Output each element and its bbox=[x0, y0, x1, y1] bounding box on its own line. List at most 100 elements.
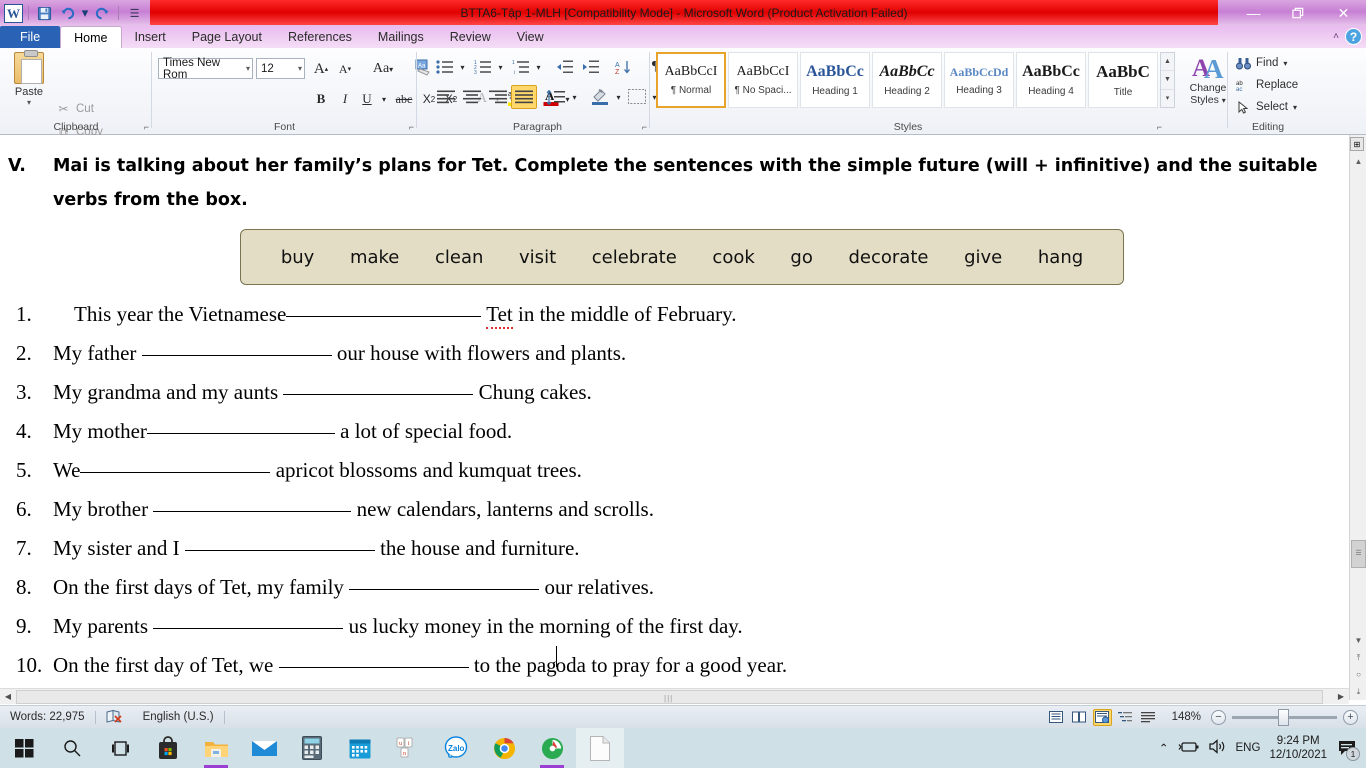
bullets-dropdown-icon[interactable]: ▾ bbox=[457, 56, 468, 78]
mail-icon[interactable] bbox=[240, 728, 288, 768]
style-title[interactable]: AaBbC Title bbox=[1088, 52, 1158, 108]
zoom-out-button[interactable]: − bbox=[1211, 709, 1226, 725]
multilevel-dropdown-icon[interactable]: ▾ bbox=[533, 56, 544, 78]
search-icon[interactable] bbox=[48, 728, 96, 768]
answer-blank[interactable] bbox=[349, 568, 540, 590]
exercise-item[interactable]: 1. This year the Vietnamese Tet in the m… bbox=[8, 295, 1337, 334]
style-normal[interactable]: AaBbCcI ¶ Normal bbox=[656, 52, 726, 108]
zoom-level-label[interactable]: 148% bbox=[1172, 711, 1201, 723]
answer-blank[interactable] bbox=[80, 451, 271, 473]
full-screen-reading-view-button[interactable] bbox=[1070, 709, 1089, 726]
sort-button[interactable]: AZ bbox=[611, 56, 635, 78]
language-status[interactable]: English (U.S.) bbox=[133, 706, 224, 729]
start-button[interactable] bbox=[0, 728, 48, 768]
scroll-down-button[interactable]: ▼ bbox=[1350, 632, 1366, 649]
volume-icon[interactable] bbox=[1208, 739, 1227, 757]
font-name-input[interactable]: Times New Rom ▾ bbox=[158, 57, 253, 81]
zoom-slider[interactable]: − + bbox=[1211, 708, 1358, 726]
exercise-item[interactable]: 4. My mother a lot of special food. bbox=[8, 412, 1337, 451]
previous-page-button[interactable]: ⤒ bbox=[1350, 649, 1366, 666]
paragraph-dialog-launcher[interactable]: ⌐ bbox=[642, 122, 647, 132]
underline-button[interactable]: U bbox=[356, 88, 378, 110]
word-document-icon[interactable] bbox=[576, 728, 624, 768]
file-explorer-icon[interactable] bbox=[192, 728, 240, 768]
redo-icon[interactable] bbox=[92, 3, 113, 24]
notification-center-icon[interactable]: 1 bbox=[1336, 737, 1360, 761]
strikethrough-button[interactable]: abc bbox=[392, 88, 416, 110]
task-view-icon[interactable] bbox=[96, 728, 144, 768]
zalo-icon[interactable]: Zalo bbox=[432, 728, 480, 768]
microsoft-store-icon[interactable] bbox=[144, 728, 192, 768]
language-indicator[interactable]: ENG bbox=[1236, 742, 1261, 754]
tab-mailings[interactable]: Mailings bbox=[365, 26, 437, 48]
horizontal-scrollbar[interactable]: ◀ ||| ▶ bbox=[0, 688, 1349, 704]
minimize-button[interactable]: — bbox=[1231, 0, 1276, 26]
justify-button[interactable] bbox=[511, 85, 537, 109]
font-size-input[interactable]: 12 ▾ bbox=[256, 58, 305, 79]
select-button[interactable]: Select ▾ bbox=[1236, 100, 1297, 114]
grow-font-button[interactable]: A ▴ bbox=[310, 58, 332, 80]
shrink-font-button[interactable]: A ▾ bbox=[334, 58, 356, 80]
google-chrome-icon[interactable] bbox=[480, 728, 528, 768]
shading-dropdown-icon[interactable]: ▾ bbox=[613, 86, 624, 108]
tab-page-layout[interactable]: Page Layout bbox=[179, 26, 275, 48]
bold-button[interactable]: B bbox=[310, 88, 332, 110]
chevron-down-icon[interactable]: ▾ bbox=[27, 98, 31, 107]
multilevel-list-button[interactable]: 1i bbox=[509, 56, 533, 78]
exercise-item[interactable]: 8. On the first days of Tet, my family o… bbox=[8, 568, 1337, 607]
tab-file[interactable]: File bbox=[0, 26, 61, 48]
cut-button[interactable]: ✂ Cut bbox=[56, 102, 93, 116]
style-no-spacing[interactable]: AaBbCcI ¶ No Spaci... bbox=[728, 52, 798, 108]
answer-blank[interactable] bbox=[153, 490, 352, 512]
save-icon[interactable] bbox=[34, 3, 55, 24]
numbering-dropdown-icon[interactable]: ▾ bbox=[495, 56, 506, 78]
answer-blank[interactable] bbox=[278, 646, 469, 668]
increase-indent-button[interactable] bbox=[579, 56, 603, 78]
answer-blank[interactable] bbox=[146, 412, 335, 434]
unikey-icon[interactable]: uin bbox=[384, 728, 432, 768]
style-heading-4[interactable]: AaBbCc Heading 4 bbox=[1016, 52, 1086, 108]
styles-more-icon[interactable]: ▾ bbox=[1161, 90, 1174, 107]
scrollbar-thumb[interactable]: ☰ bbox=[1351, 540, 1366, 568]
web-layout-view-button[interactable] bbox=[1092, 708, 1112, 726]
zoom-in-button[interactable]: + bbox=[1343, 709, 1358, 725]
zoom-thumb[interactable] bbox=[1278, 708, 1289, 726]
exercise-item[interactable]: 3. My grandma and my aunts Chung cakes. bbox=[8, 373, 1337, 412]
collapse-ribbon-icon[interactable]: ˄ bbox=[1333, 31, 1339, 42]
exercise-item[interactable]: 2. My father our house with flowers and … bbox=[8, 334, 1337, 373]
numbering-button[interactable]: 123 bbox=[471, 56, 495, 78]
clock[interactable]: 9:24 PM 12/10/2021 bbox=[1269, 734, 1327, 762]
draft-view-button[interactable] bbox=[1139, 709, 1158, 726]
chevron-down-icon[interactable]: ▾ bbox=[294, 64, 302, 73]
exercise-item[interactable]: 5. We apricot blossoms and kumquat trees… bbox=[8, 451, 1337, 490]
scroll-left-button[interactable]: ◀ bbox=[0, 689, 16, 705]
proofing-status[interactable] bbox=[96, 706, 133, 729]
shading-button[interactable] bbox=[587, 85, 613, 107]
styles-scroll-up-icon[interactable]: ▲ bbox=[1161, 53, 1174, 72]
select-browse-object-icon[interactable]: ⊞ bbox=[1350, 137, 1364, 151]
tab-view[interactable]: View bbox=[504, 26, 557, 48]
tab-references[interactable]: References bbox=[275, 26, 365, 48]
print-layout-view-button[interactable] bbox=[1047, 709, 1066, 726]
scroll-right-button[interactable]: ▶ bbox=[1333, 689, 1349, 705]
borders-button[interactable] bbox=[625, 85, 649, 107]
chevron-down-icon[interactable]: ▾ bbox=[242, 64, 250, 73]
font-dialog-launcher[interactable]: ⌐ bbox=[409, 122, 414, 132]
clipboard-dialog-launcher[interactable]: ⌐ bbox=[144, 122, 149, 132]
exercise-item[interactable]: 6. My brother new calendars, lanterns an… bbox=[8, 490, 1337, 529]
vertical-scrollbar[interactable]: ⊞ ▲ ☰ ▼ ⤒ ○ ⤓ bbox=[1349, 135, 1366, 700]
word-count[interactable]: Words: 22,975 bbox=[0, 706, 95, 729]
help-icon[interactable]: ? bbox=[1345, 28, 1362, 45]
styles-scroll-down-icon[interactable]: ▼ bbox=[1161, 71, 1174, 90]
tab-home[interactable]: Home bbox=[60, 26, 122, 48]
zoom-track[interactable] bbox=[1232, 708, 1337, 726]
restore-button[interactable] bbox=[1276, 0, 1321, 26]
find-button[interactable]: Find ▾ bbox=[1236, 56, 1287, 70]
tab-review[interactable]: Review bbox=[437, 26, 504, 48]
answer-blank[interactable] bbox=[286, 295, 482, 317]
answer-blank[interactable] bbox=[153, 607, 344, 629]
style-heading-2[interactable]: AaBbCс Heading 2 bbox=[872, 52, 942, 108]
next-page-button[interactable]: ⤓ bbox=[1350, 683, 1366, 700]
decrease-indent-button[interactable] bbox=[553, 56, 577, 78]
styles-dialog-launcher[interactable]: ⌐ bbox=[1157, 122, 1162, 132]
